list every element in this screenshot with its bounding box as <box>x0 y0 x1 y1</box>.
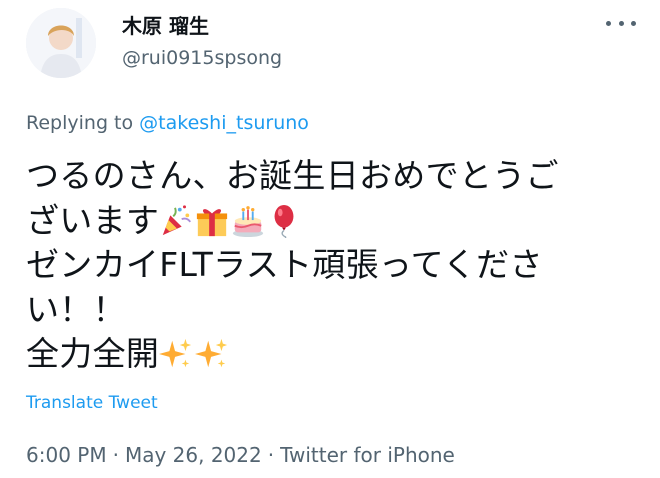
party-popper-icon <box>159 204 193 238</box>
tweet-date[interactable]: May 26, 2022 <box>125 443 262 467</box>
tweet-line: つるのさん、お誕生日おめでとうご <box>26 154 638 199</box>
translate-tweet-link[interactable]: Translate Tweet <box>26 392 158 414</box>
reply-context: Replying to @takeshi_tsuruno <box>26 110 309 136</box>
reply-to-user-link[interactable]: @takeshi_tsuruno <box>139 112 309 134</box>
tweet-line: 全力全開 <box>26 332 638 377</box>
display-name[interactable]: 木原 瑠生 <box>122 14 209 38</box>
tweet-line-text: ゼンカイFLTラスト頑張ってくださ <box>26 245 543 284</box>
meta-separator: · <box>112 443 119 467</box>
sparkles-icon <box>159 337 193 371</box>
balloon-icon <box>267 204 301 238</box>
sparkles-icon <box>195 337 229 371</box>
avatar-image <box>26 8 96 78</box>
tweet-text: つるのさん、お誕生日おめでとうご ざいます ゼンカイFLTラスト頑張ってくださ … <box>26 154 638 377</box>
tweet-line: い！！ <box>26 288 638 333</box>
tweet-source[interactable]: Twitter for iPhone <box>280 443 455 467</box>
reply-prefix: Replying to <box>26 112 134 134</box>
tweet-metadata: 6:00 PM · May 26, 2022 · Twitter for iPhone <box>26 442 455 468</box>
tweet-time[interactable]: 6:00 PM <box>26 443 107 467</box>
tweet-line-text: ざいます <box>26 200 160 240</box>
user-handle[interactable]: @rui0915spsong <box>122 46 282 70</box>
tweet-line-text: つるのさん、お誕生日おめでとうご <box>26 156 559 195</box>
gift-icon <box>195 204 229 238</box>
tweet-line-text: 全力全開 <box>26 334 160 373</box>
meta-separator: · <box>267 443 275 467</box>
tweet-line-text: い！！ <box>26 289 126 329</box>
tweet-line: ざいます <box>26 199 638 244</box>
birthday-cake-icon <box>231 204 265 238</box>
avatar[interactable] <box>26 8 96 78</box>
tweet-line: ゼンカイFLTラスト頑張ってくださ <box>26 243 638 288</box>
more-options-icon[interactable] <box>606 12 636 34</box>
